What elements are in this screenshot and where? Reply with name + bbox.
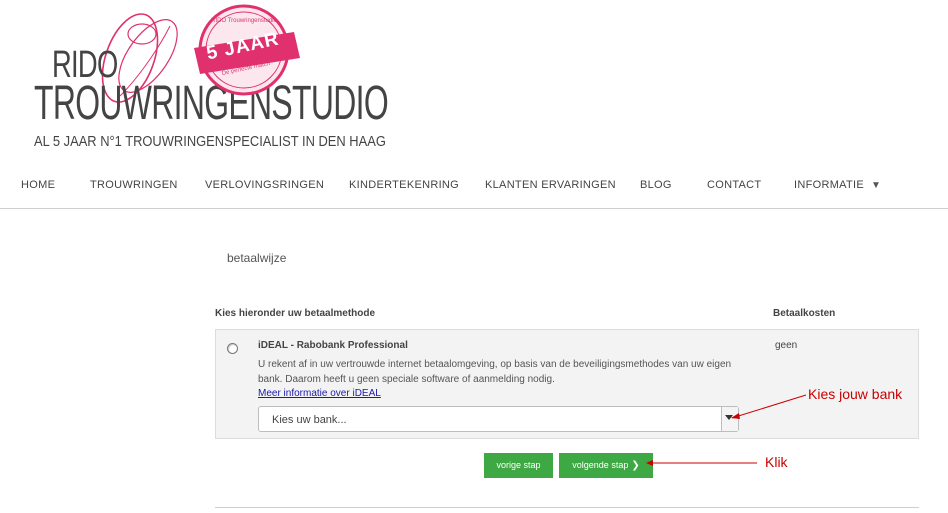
nav-contact[interactable]: CONTACT	[707, 179, 761, 191]
previous-step-button[interactable]: vorige stap	[484, 453, 553, 478]
page-title: betaalwijze	[227, 251, 287, 265]
nav-klanten-ervaringen[interactable]: KLANTEN ERVARINGEN	[485, 179, 616, 191]
nav-verlovingsringen[interactable]: VERLOVINGSRINGEN	[205, 179, 324, 191]
ideal-info-link[interactable]: Meer informatie over iDEAL	[258, 388, 381, 399]
nav-blog[interactable]: BLOG	[640, 179, 672, 191]
bank-select[interactable]: Kies uw bank...	[258, 406, 739, 432]
nav-kindertekenring[interactable]: KINDERTEKENRING	[349, 179, 459, 191]
payment-method-row: iDEAL - Rabobank Professional U rekent a…	[215, 329, 919, 439]
chevron-down-icon	[725, 415, 733, 420]
divider	[215, 507, 919, 508]
payment-method-description: U rekent af in uw vertrouwde internet be…	[258, 359, 732, 385]
caret-down-icon: ▼	[871, 180, 882, 191]
logo-tagline: AL 5 JAAR N°1 TROUWRINGENSPECIALIST IN D…	[34, 133, 386, 150]
payment-method-radio[interactable]	[227, 343, 238, 354]
payment-method-title: iDEAL - Rabobank Professional	[258, 340, 408, 351]
next-step-button[interactable]: volgende stap ❯	[559, 453, 653, 478]
annotation-click: Klik	[765, 454, 788, 470]
annotation-choose-bank: Kies jouw bank	[808, 386, 903, 402]
column-header-method: Kies hieronder uw betaalmethode	[215, 308, 376, 319]
payment-cost: geen	[775, 340, 798, 351]
next-step-label: volgende stap	[572, 460, 629, 470]
site-logo[interactable]: RIDO TROUWRINGENSTUDIO AL 5 JAAR N°1 TRO…	[0, 0, 400, 160]
nav-home[interactable]: HOME	[21, 179, 55, 191]
previous-step-label: vorige stap	[496, 460, 541, 470]
nav-trouwringen[interactable]: TROUWRINGEN	[90, 179, 178, 191]
bank-select-value: Kies uw bank...	[272, 414, 347, 426]
column-header-cost: Betaalkosten	[773, 308, 836, 319]
nav-informatie[interactable]: INFORMATIE ▼	[794, 179, 881, 191]
main-navigation: HOME TROUWRINGEN VERLOVINGSRINGEN KINDER…	[0, 170, 948, 209]
chevron-right-icon: ❯	[631, 460, 640, 471]
nav-informatie-label: INFORMATIE	[794, 179, 865, 191]
dropdown-button[interactable]	[721, 407, 738, 431]
five-year-badge: RIDO Trouwringenstudio 5 JAAR De perfect…	[192, 2, 302, 112]
svg-text:RIDO Trouwringenstudio: RIDO Trouwringenstudio	[211, 18, 277, 24]
